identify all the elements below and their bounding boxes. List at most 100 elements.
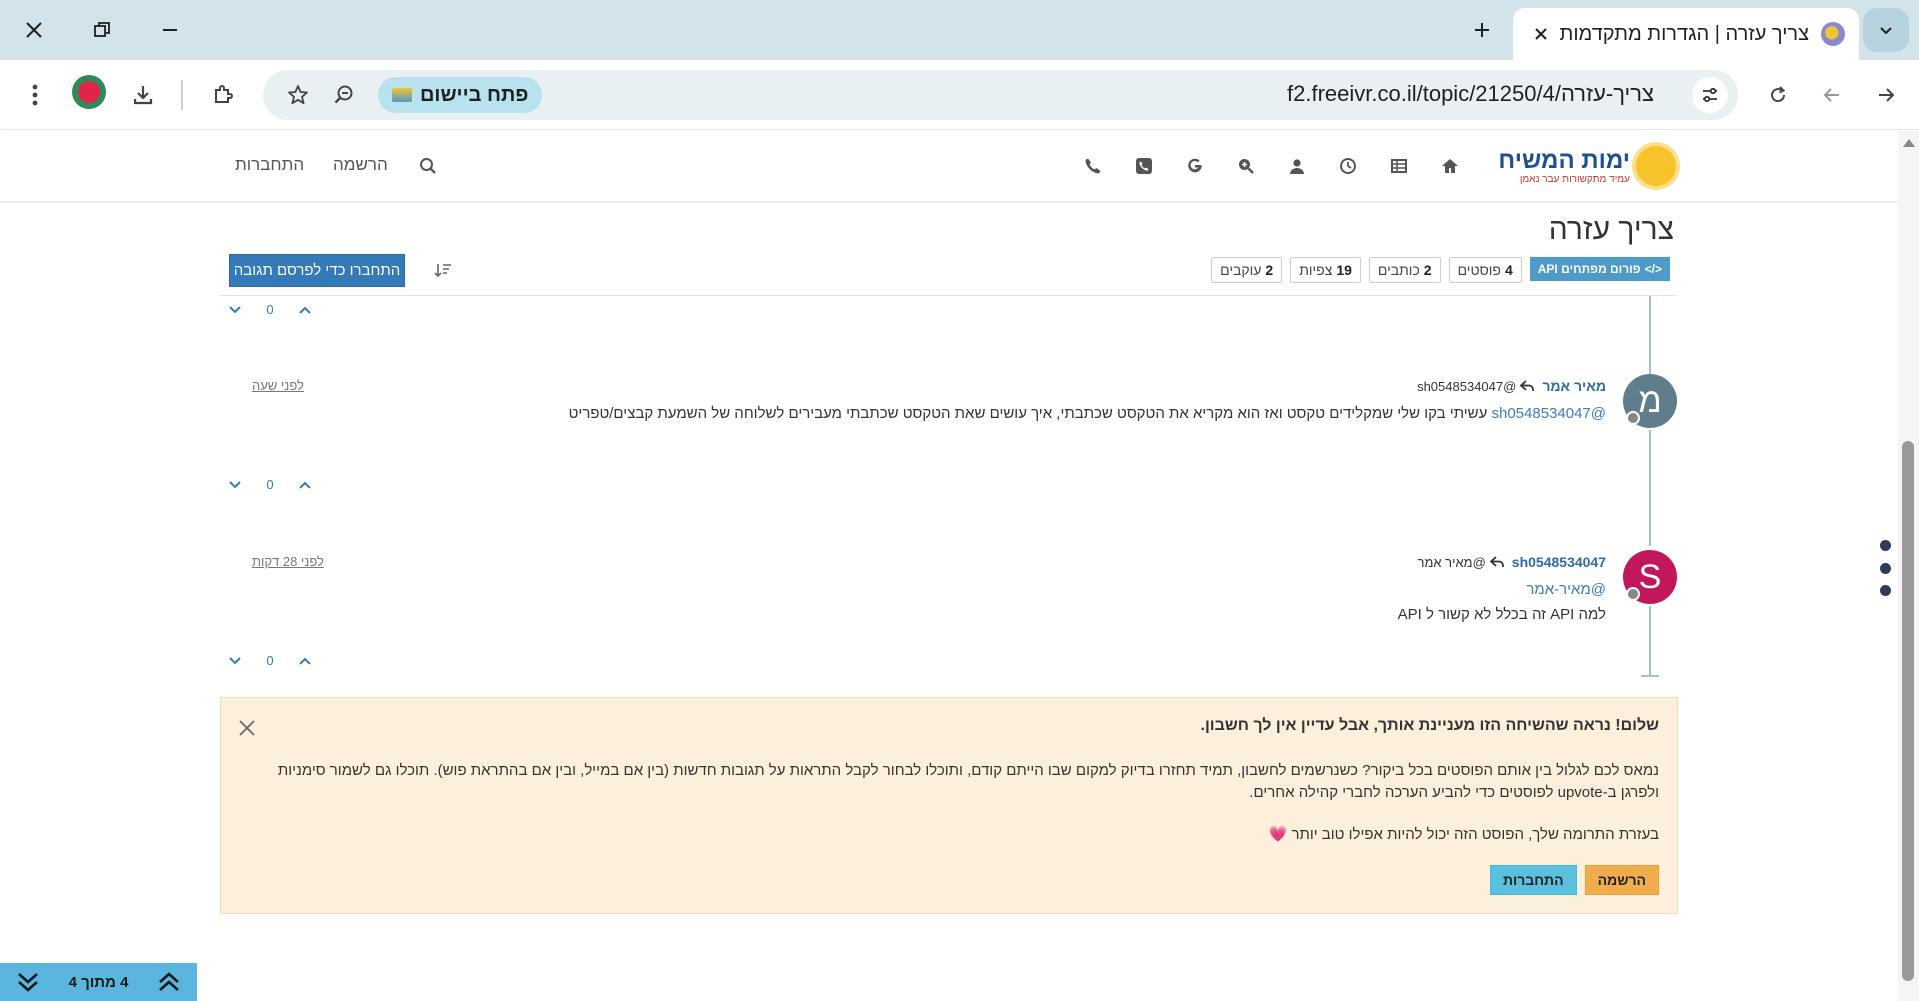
reply-to[interactable]: @מאיר אמר (1418, 555, 1504, 570)
browser-menu-icon[interactable] (14, 74, 56, 116)
category-badge-label: פורום מפתחים API (1537, 262, 1641, 276)
home-icon[interactable] (1437, 153, 1463, 179)
login-button[interactable]: התחברות (1489, 865, 1577, 895)
extensions-icon[interactable] (202, 74, 244, 116)
tab-close-icon[interactable] (1527, 20, 1555, 48)
browser-tabstrip: צריך עזרה | הגדרות מתקדמות - ימות המשיח (0, 0, 1919, 60)
tab-title: צריך עזרה | הגדרות מתקדמות - ימות המשיח (1555, 22, 1809, 45)
register-button[interactable]: הרשמה (1584, 865, 1659, 895)
vote-controls: 0 (228, 302, 312, 317)
timeline-end-marker (1641, 675, 1659, 677)
stat-views: 19 צפיות (1290, 257, 1361, 283)
search-plus-icon[interactable] (1233, 153, 1259, 179)
heart-icon: 💗 (1268, 826, 1288, 843)
downvote-icon[interactable] (228, 480, 242, 490)
page-scrollbar[interactable] (1898, 131, 1919, 1001)
timeline-line (1649, 296, 1651, 374)
avatar[interactable]: S (1623, 550, 1677, 604)
reload-icon[interactable] (1757, 74, 1799, 116)
zoom-out-icon[interactable] (327, 78, 361, 112)
url-text: f2.freeivr.co.il/topic/21250/4/צריך-עזרה (1287, 81, 1654, 106)
upvote-icon[interactable] (298, 480, 312, 490)
vote-count: 0 (266, 653, 274, 668)
vote-count: 0 (266, 302, 274, 317)
reply-arrow-icon (1520, 380, 1535, 391)
topic-stats-row: </> פורום מפתחים API 4 פוסטים 2 כותבים 19 צ… (1211, 257, 1670, 283)
logo-sun-icon (1636, 146, 1676, 186)
upvote-icon[interactable] (298, 305, 312, 315)
post-pagination: 4 מתוך 4 (0, 963, 197, 1001)
tab-favicon-icon (1821, 22, 1845, 46)
active-tab[interactable]: צריך עזרה | הגדרות מתקדמות - ימות המשיח (1513, 8, 1859, 60)
downvote-icon[interactable] (228, 656, 242, 666)
offline-status-icon (1626, 587, 1640, 601)
register-link[interactable]: הרשמה (333, 155, 388, 175)
bookmark-star-icon[interactable] (281, 78, 315, 112)
post-author[interactable]: sh0548534047 (1512, 554, 1606, 570)
offline-status-icon (1626, 411, 1640, 425)
post-header: מאיר אמר @sh0548534047 (1417, 378, 1606, 394)
stat-posts: 4 פוסטים (1448, 257, 1522, 283)
window-restore-icon[interactable] (80, 10, 124, 50)
reply-to-user: @מאיר אמר (1417, 554, 1486, 570)
phone-icon[interactable] (1080, 153, 1106, 179)
logo-subtitle: עמיד מתקשורות עבר נאמן (1519, 173, 1630, 185)
address-bar[interactable]: פתח ביישום f2.freeivr.co.il/topic/21250/… (263, 70, 1738, 120)
profile-avatar[interactable] (72, 75, 106, 109)
upvote-icon[interactable] (298, 656, 312, 666)
jump-to-bottom-icon[interactable] (14, 968, 42, 996)
browser-toolbar: פתח ביישום f2.freeivr.co.il/topic/21250/… (0, 60, 1919, 130)
open-in-app-label: פתח ביישום (420, 83, 529, 106)
post-timestamp[interactable]: לפני 28 דקות (252, 554, 324, 569)
user-mention[interactable]: @מאיר-אמר (1526, 581, 1606, 598)
google-icon[interactable] (1182, 153, 1208, 179)
topic-divider (220, 295, 1677, 296)
site-logo[interactable]: ימות המשיח עמיד מתקשורות עבר נאמן (1486, 137, 1676, 195)
avatar-letter: מ (1638, 381, 1662, 420)
alert-text: נמאס לכם לגלול בין אותם הפוסטים בכל ביקו… (277, 762, 1659, 801)
site-settings-icon[interactable] (1692, 77, 1728, 113)
post-text: עשיתי בקו שלי שמקלידים טקסט ואז הוא מקרי… (568, 405, 1492, 422)
downloads-icon[interactable] (122, 74, 164, 116)
alert-close-icon[interactable] (235, 716, 259, 740)
user-mention[interactable]: @sh0548534047 (1492, 405, 1607, 422)
phone-square-icon[interactable] (1131, 153, 1157, 179)
post-timestamp[interactable]: לפני שעה (252, 378, 304, 393)
post-author[interactable]: מאיר אמר (1542, 378, 1606, 394)
scroll-up-icon[interactable] (1903, 139, 1915, 147)
post-text: למה API זה בכלל לא קשור ל API (1397, 606, 1606, 623)
back-icon[interactable] (1811, 74, 1853, 116)
user-icon[interactable] (1284, 153, 1310, 179)
category-badge[interactable]: </> פורום מפתחים API (1529, 257, 1670, 281)
post-content: @sh0548534047 עשיתי בקו שלי שמקלידים טקס… (569, 405, 1606, 422)
tab-search-chevron-icon[interactable] (1863, 8, 1909, 52)
alert-buttons: הרשמה התחברות (1489, 865, 1659, 895)
header-search-icon[interactable] (415, 153, 441, 179)
jump-to-top-icon[interactable] (155, 968, 183, 996)
sort-icon[interactable] (430, 258, 456, 282)
clock-icon[interactable] (1335, 153, 1361, 179)
login-link[interactable]: התחברות (235, 155, 304, 175)
timeline-line (1649, 606, 1651, 676)
scroll-thumb[interactable] (1902, 441, 1914, 981)
window-close-icon[interactable] (12, 10, 56, 50)
pagination-label[interactable]: 4 מתוך 4 (69, 974, 129, 991)
login-to-reply-button[interactable]: התחברו כדי לפרסם תגובה (229, 254, 405, 287)
open-in-app-button[interactable]: פתח ביישום (378, 77, 543, 113)
topic-title: צריך עזרה (1548, 213, 1674, 246)
code-icon: </> (1644, 262, 1662, 276)
table-icon[interactable] (1386, 153, 1412, 179)
toolbar-divider (181, 80, 183, 110)
avatar[interactable]: מ (1623, 374, 1677, 428)
window-minimize-icon[interactable] (148, 10, 192, 50)
vote-controls: 0 (228, 653, 312, 668)
alert-text-secondary: בעזרת התרומה שלך, הפוסט הזה יכול להיות א… (1268, 826, 1659, 843)
forward-icon[interactable] (1865, 74, 1907, 116)
avatar-letter: S (1638, 557, 1662, 596)
reply-arrow-icon (1489, 556, 1504, 567)
site-header: ימות המשיח עמיד מתקשורות עבר נאמן הרשמה … (0, 131, 1898, 202)
new-tab-button[interactable] (1462, 12, 1502, 48)
reply-to[interactable]: @sh0548534047 (1417, 379, 1535, 394)
downvote-icon[interactable] (228, 305, 242, 315)
side-menu-dots-icon[interactable] (1878, 540, 1892, 596)
